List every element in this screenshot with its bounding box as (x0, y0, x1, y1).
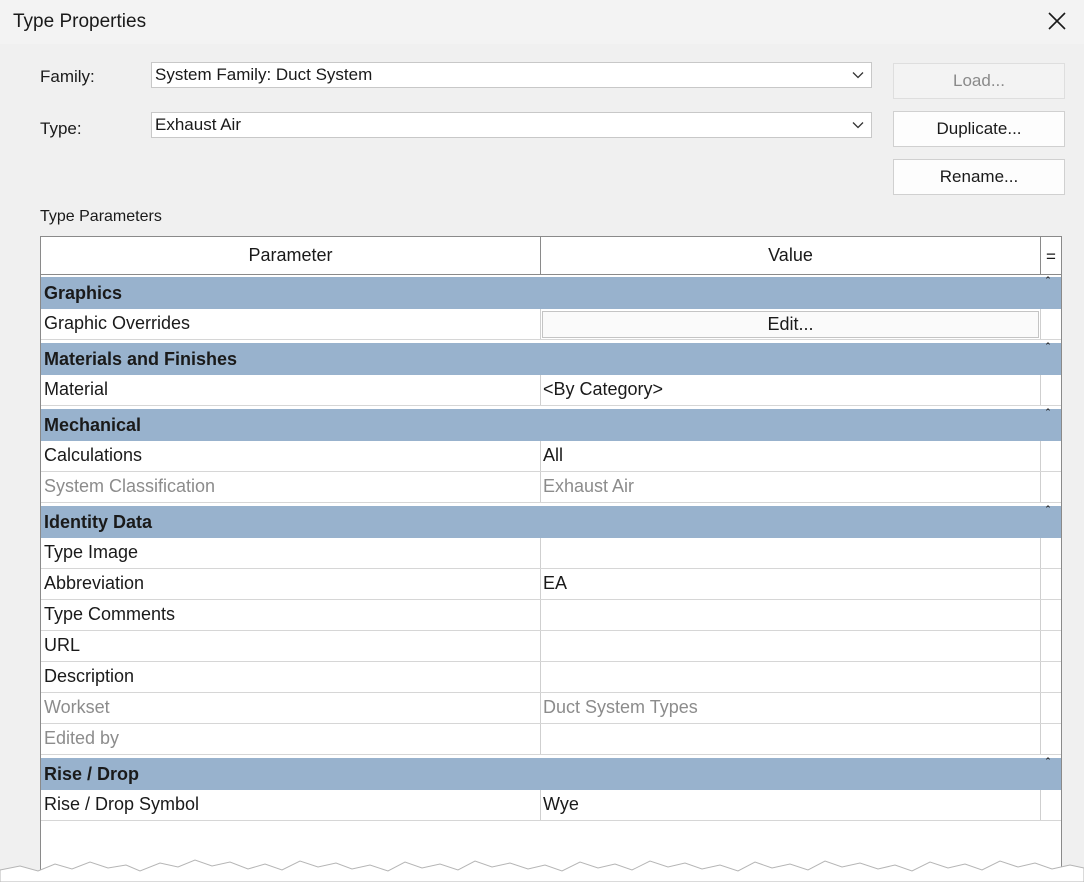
param-row[interactable]: Type Comments (41, 600, 1061, 631)
param-row: Workset Duct System Types (41, 693, 1061, 724)
param-row[interactable]: Rise / Drop Symbol Wye (41, 790, 1061, 821)
cell-divider (540, 790, 541, 820)
cell-divider (1040, 309, 1041, 339)
cell-divider (1040, 662, 1041, 692)
collapse-icon[interactable]: ˆ (1046, 343, 1050, 354)
type-parameters-label: Type Parameters (40, 208, 162, 225)
param-name: URL (44, 635, 81, 655)
param-name: System Classification (44, 476, 216, 496)
rename-button[interactable]: Rename... (893, 159, 1065, 195)
param-row: System Classification Exhaust Air (41, 472, 1061, 503)
cell-divider (1040, 569, 1041, 599)
group-mechanical[interactable]: Mechanical ˆ (41, 409, 1061, 441)
type-value: Exhaust Air (155, 115, 241, 134)
group-rise-drop[interactable]: Rise / Drop ˆ (41, 758, 1061, 790)
chevron-down-icon (852, 122, 864, 129)
param-name: Edited by (44, 728, 120, 748)
collapse-icon[interactable]: ˆ (1046, 506, 1050, 517)
cell-divider (1040, 724, 1041, 754)
param-value: Exhaust Air (543, 476, 635, 496)
window-title: Type Properties (13, 11, 147, 32)
cell-divider (540, 631, 541, 661)
param-row[interactable]: Abbreviation EA (41, 569, 1061, 600)
cell-divider (1040, 472, 1041, 502)
param-row[interactable]: Graphic Overrides Edit... (41, 309, 1061, 340)
param-name: Graphic Overrides (44, 313, 191, 333)
param-name: Abbreviation (44, 573, 145, 593)
duplicate-button[interactable]: Duplicate... (893, 111, 1065, 147)
param-value[interactable]: All (543, 445, 563, 466)
group-identity-data[interactable]: Identity Data ˆ (41, 506, 1061, 538)
cell-divider (1040, 600, 1041, 630)
type-properties-dialog: Type Properties Family: System Family: D… (0, 0, 1084, 882)
cell-divider (1040, 790, 1041, 820)
cell-divider (540, 375, 541, 405)
collapse-icon[interactable]: ˆ (1046, 758, 1050, 769)
param-value: Duct System Types (543, 697, 698, 717)
group-materials-and-finishes[interactable]: Materials and Finishes ˆ (41, 343, 1061, 375)
group-label: Mechanical (44, 415, 142, 435)
close-icon (1048, 12, 1066, 30)
grid-header: Parameter Value = (41, 237, 1061, 275)
graphic-overrides-edit-button[interactable]: Edit... (542, 311, 1039, 338)
cell-divider (540, 600, 541, 630)
param-value[interactable]: <By Category> (543, 379, 663, 400)
cell-divider (1040, 693, 1041, 723)
param-value[interactable]: Wye (543, 794, 579, 815)
cell-divider (1040, 441, 1041, 471)
cell-divider (540, 569, 541, 599)
title-bar: Type Properties (0, 0, 1084, 44)
param-row[interactable]: Material <By Category> (41, 375, 1061, 406)
param-row[interactable]: Calculations All (41, 441, 1061, 472)
param-row[interactable]: URL (41, 631, 1061, 662)
collapse-icon[interactable]: ˆ (1046, 409, 1050, 420)
param-row: Edited by (41, 724, 1061, 755)
group-label: Materials and Finishes (44, 349, 238, 369)
param-name: Type Image (44, 542, 139, 562)
collapse-icon[interactable]: ˆ (1046, 277, 1050, 288)
group-label: Rise / Drop (44, 764, 140, 784)
type-dropdown[interactable]: Exhaust Air (151, 112, 872, 138)
cell-divider (540, 724, 541, 754)
param-name: Description (44, 666, 135, 686)
param-name: Calculations (44, 445, 143, 465)
group-label: Identity Data (44, 512, 153, 532)
param-name: Workset (44, 697, 110, 717)
torn-edge-decoration (0, 859, 1084, 882)
cell-divider (1040, 538, 1041, 568)
cell-divider (540, 538, 541, 568)
group-graphics[interactable]: Graphics ˆ (41, 277, 1061, 309)
family-label: Family: (40, 67, 95, 86)
cell-divider (1040, 375, 1041, 405)
group-label: Graphics (44, 283, 123, 303)
family-value: System Family: Duct System (155, 65, 373, 84)
cell-divider (540, 693, 541, 723)
param-row[interactable]: Type Image (41, 538, 1061, 569)
cell-divider (540, 309, 541, 339)
value-column-header[interactable]: Value (541, 237, 1040, 274)
param-row[interactable]: Description (41, 662, 1061, 693)
type-label: Type: (40, 119, 82, 138)
type-parameters-grid: Parameter Value = Graphics ˆ Graphic Ove… (40, 236, 1062, 882)
cell-divider (1040, 631, 1041, 661)
param-name: Rise / Drop Symbol (44, 794, 200, 814)
cell-divider (540, 472, 541, 502)
close-button[interactable] (1040, 4, 1074, 38)
family-dropdown[interactable]: System Family: Duct System (151, 62, 872, 88)
param-name: Material (44, 379, 109, 399)
chevron-down-icon (852, 72, 864, 79)
param-name: Type Comments (44, 604, 176, 624)
param-value[interactable]: EA (543, 573, 567, 594)
parameter-column-header[interactable]: Parameter (41, 237, 540, 274)
formula-column-header[interactable]: = (1041, 237, 1061, 274)
cell-divider (540, 662, 541, 692)
cell-divider (540, 441, 541, 471)
load-button[interactable]: Load... (893, 63, 1065, 99)
